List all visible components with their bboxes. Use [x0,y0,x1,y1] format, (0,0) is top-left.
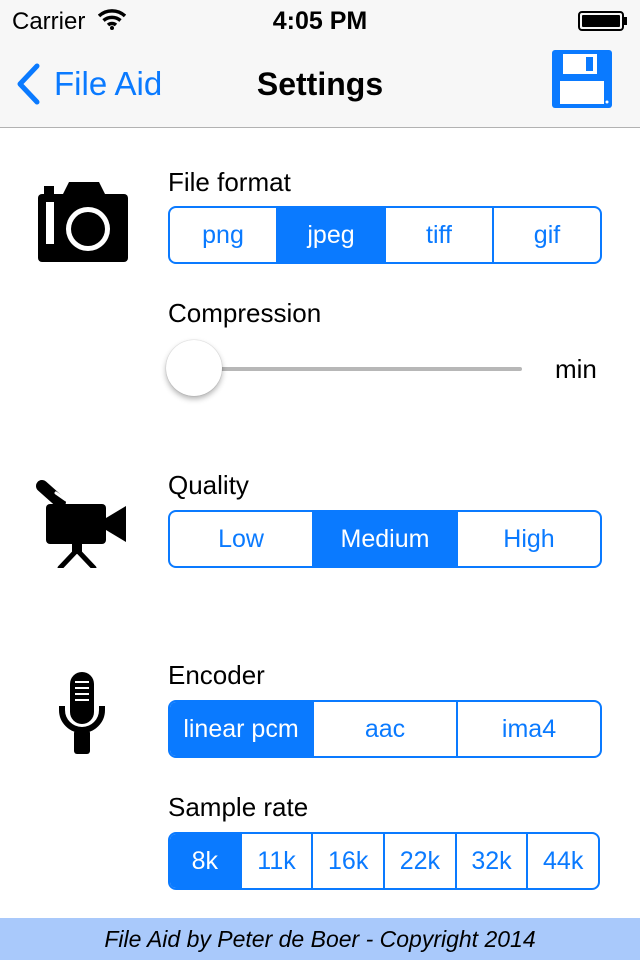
compression-value: min [555,354,597,384]
video-camera-icon [36,480,126,568]
status-time: 4:05 PM [272,7,368,35]
page-title: Settings [256,66,384,102]
file-format-option-tiff[interactable]: tiff [384,208,492,262]
quality-label: Quality [168,470,249,500]
microphone-icon [59,672,105,754]
floppy-disk-icon [552,50,612,108]
compression-slider-track[interactable] [196,367,522,371]
sample-rate-option-22k[interactable]: 22k [383,834,455,888]
quality-segmented-control: Low Medium High [168,510,602,568]
file-format-segmented-control: png jpeg tiff gif [168,206,602,264]
sample-rate-option-32k[interactable]: 32k [454,834,527,888]
status-bar: Carrier 4:05 PM [0,0,640,40]
quality-option-low[interactable]: Low [170,512,312,566]
camera-icon [38,182,128,262]
file-format-option-gif[interactable]: gif [492,208,600,262]
encoder-option-ima4[interactable]: ima4 [456,702,600,756]
file-format-option-jpeg[interactable]: jpeg [276,208,384,262]
sample-rate-option-8k[interactable]: 8k [170,834,240,888]
encoder-label: Encoder [168,660,265,690]
encoder-option-linear-pcm[interactable]: linear pcm [170,702,312,756]
sample-rate-segmented-control: 8k 11k 16k 22k 32k 44k [168,832,600,890]
save-button[interactable] [552,50,612,108]
compression-slider-thumb[interactable] [166,340,222,396]
sample-rate-option-16k[interactable]: 16k [311,834,383,888]
quality-option-high[interactable]: High [456,512,600,566]
encoder-segmented-control: linear pcm aac ima4 [168,700,602,758]
file-format-option-png[interactable]: png [170,208,276,262]
battery-icon [578,11,627,31]
quality-option-medium[interactable]: Medium [312,512,456,566]
encoder-option-aac[interactable]: aac [312,702,456,756]
sample-rate-option-11k[interactable]: 11k [239,834,312,888]
navigation-bar: File Aid Settings [0,40,640,128]
sample-rate-option-44k[interactable]: 44k [526,834,598,888]
compression-label: Compression [168,298,322,328]
footer-copyright: File Aid by Peter de Boer - Copyright 20… [0,918,640,960]
file-format-label: File format [168,167,291,197]
sample-rate-label: Sample rate [168,792,309,822]
